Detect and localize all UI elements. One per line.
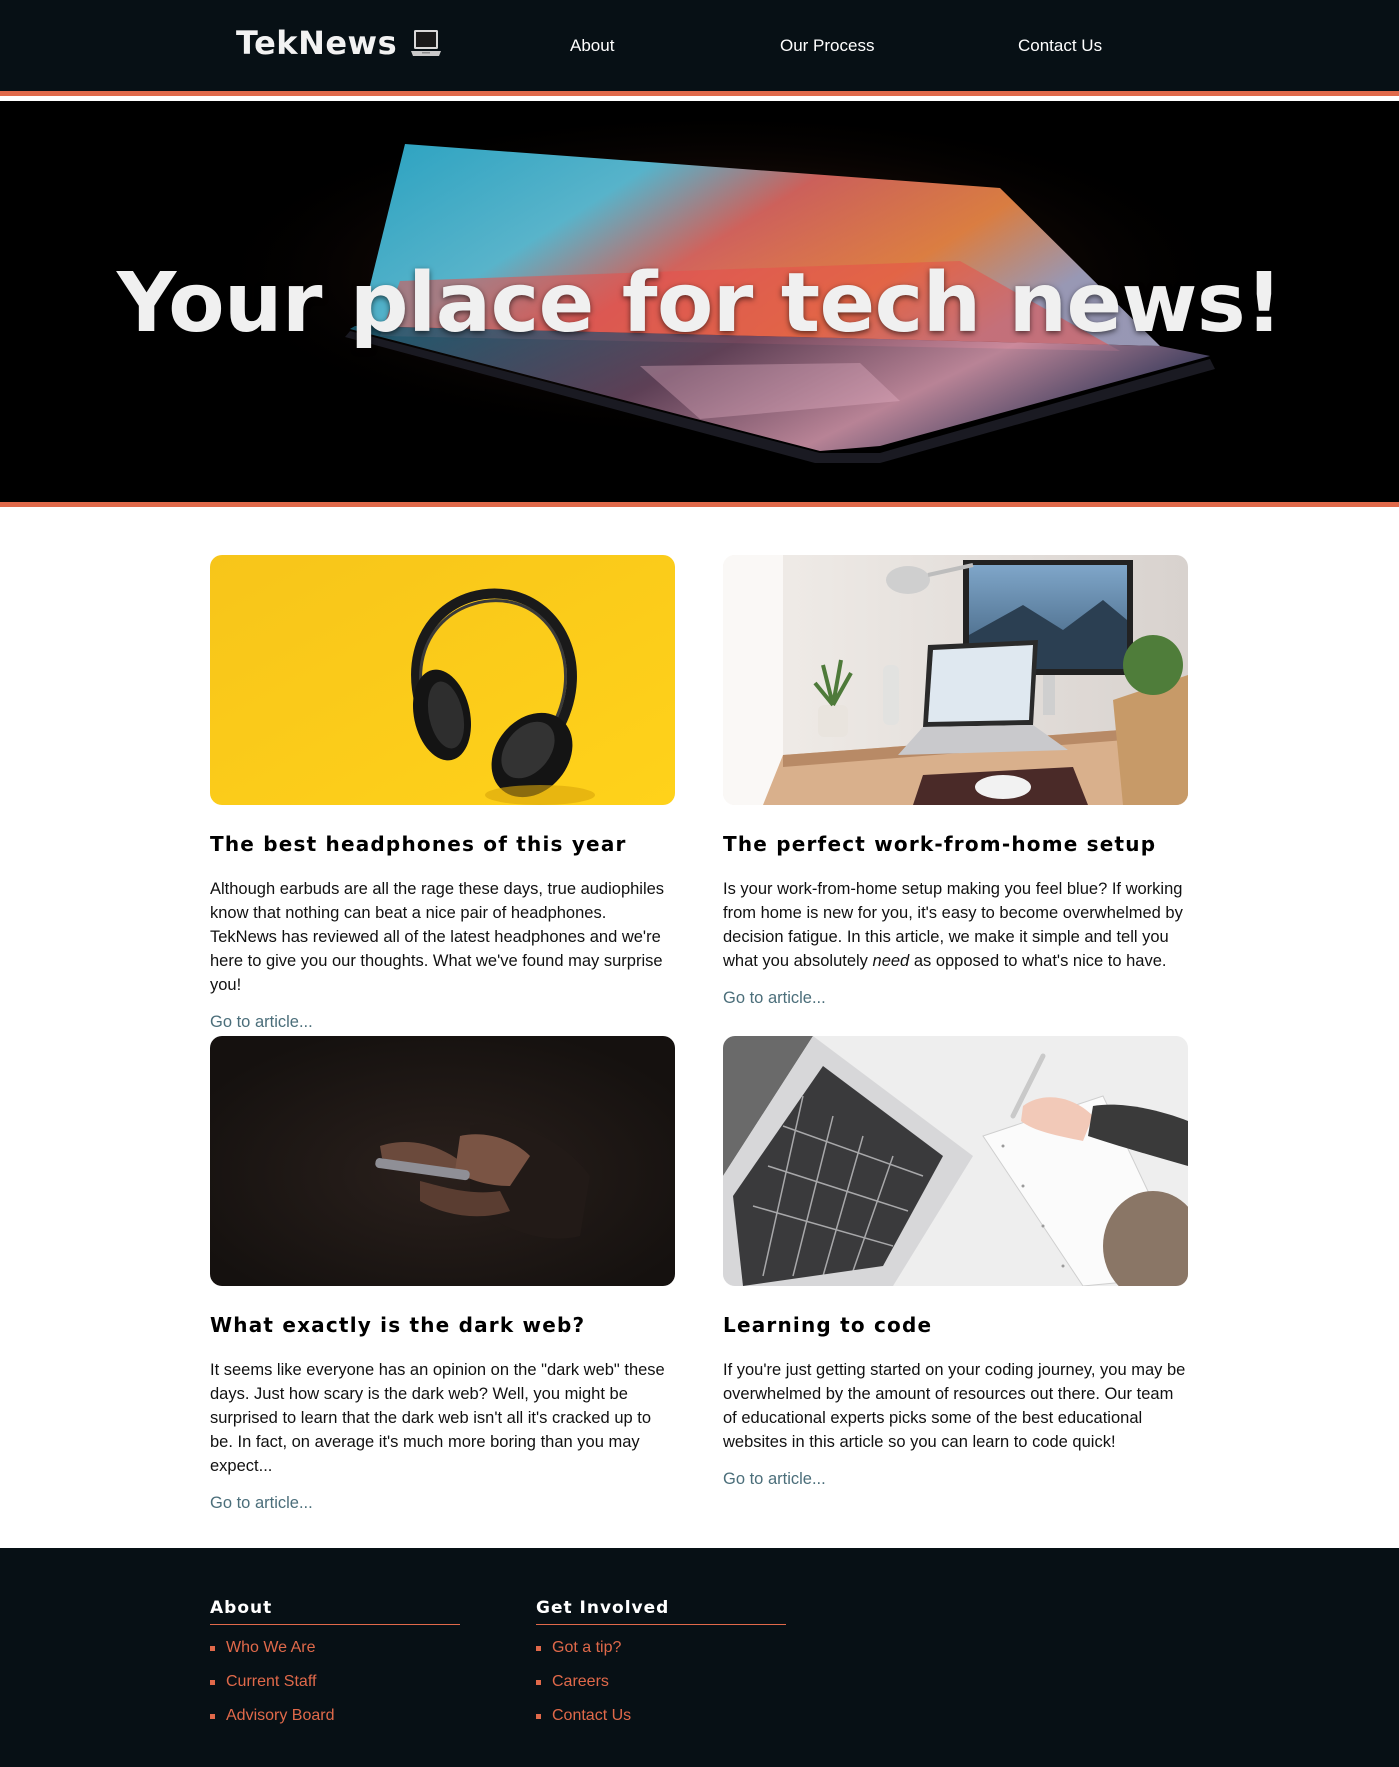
footer-link-current-staff[interactable]: Current Staff — [210, 1671, 460, 1705]
article-card-headphones: The best headphones of this year Althoug… — [210, 555, 675, 1032]
nav-about[interactable]: About — [570, 36, 614, 56]
go-to-article-link[interactable]: Go to article... — [210, 1494, 675, 1513]
footer-link-advisory-board[interactable]: Advisory Board — [210, 1705, 460, 1739]
laptop-and-notebook-image[interactable] — [723, 1036, 1188, 1286]
site-logo[interactable]: TekNews — [236, 20, 443, 66]
site-header: TekNews About Our Process Contact Us — [0, 0, 1399, 96]
footer-about-section: About Who We Are Current Staff Advisory … — [210, 1598, 460, 1739]
nav-our-process[interactable]: Our Process — [780, 36, 874, 56]
article-summary-emphasis: need — [872, 952, 910, 970]
footer-about-title: About — [210, 1598, 460, 1625]
article-card-dark-web: What exactly is the dark web? It seems l… — [210, 1036, 675, 1513]
footer-get-involved-links: Got a tip? Careers Contact Us — [536, 1637, 786, 1739]
footer-link-careers[interactable]: Careers — [536, 1671, 786, 1705]
logo-text: TekNews — [236, 24, 398, 62]
article-summary: If you're just getting started on your c… — [723, 1361, 1186, 1451]
footer-get-involved-section: Get Involved Got a tip? Careers Contact … — [536, 1598, 786, 1739]
nav-contact-us[interactable]: Contact Us — [1018, 36, 1102, 56]
footer-get-involved-title: Get Involved — [536, 1598, 786, 1625]
article-summary-part: as opposed to what's nice to have. — [909, 952, 1167, 970]
article-title: The perfect work-from-home setup — [723, 832, 1157, 856]
article-summary: Is your work-from-home setup making you … — [723, 877, 1188, 973]
desk-setup-image[interactable] — [723, 555, 1188, 805]
footer-link-got-a-tip[interactable]: Got a tip? — [536, 1637, 786, 1671]
headphones-image[interactable] — [210, 555, 675, 805]
footer-link-who-we-are[interactable]: Who We Are — [210, 1637, 460, 1671]
article-title: Learning to code — [723, 1313, 933, 1337]
hero-divider — [0, 502, 1399, 507]
laptop-icon — [411, 30, 442, 56]
article-card-work-from-home: The perfect work-from-home setup Is your… — [723, 555, 1188, 1008]
site-footer: About Who We Are Current Staff Advisory … — [0, 1548, 1399, 1767]
hero-banner: Your place for tech news! — [0, 101, 1399, 502]
article-title: The best headphones of this year — [210, 832, 627, 856]
article-title: What exactly is the dark web? — [210, 1313, 586, 1337]
go-to-article-link[interactable]: Go to article... — [723, 989, 1188, 1008]
footer-link-contact-us[interactable]: Contact Us — [536, 1705, 786, 1739]
article-summary: It seems like everyone has an opinion on… — [210, 1361, 665, 1475]
go-to-article-link[interactable]: Go to article... — [210, 1013, 675, 1032]
hero-title: Your place for tech news! — [116, 256, 1283, 351]
article-summary: Although earbuds are all the rage these … — [210, 880, 665, 994]
footer-about-links: Who We Are Current Staff Advisory Board — [210, 1637, 460, 1739]
go-to-article-link[interactable]: Go to article... — [723, 1470, 1188, 1489]
phone-in-dark-image[interactable] — [210, 1036, 675, 1286]
article-card-learning-to-code: Learning to code If you're just getting … — [723, 1036, 1188, 1489]
